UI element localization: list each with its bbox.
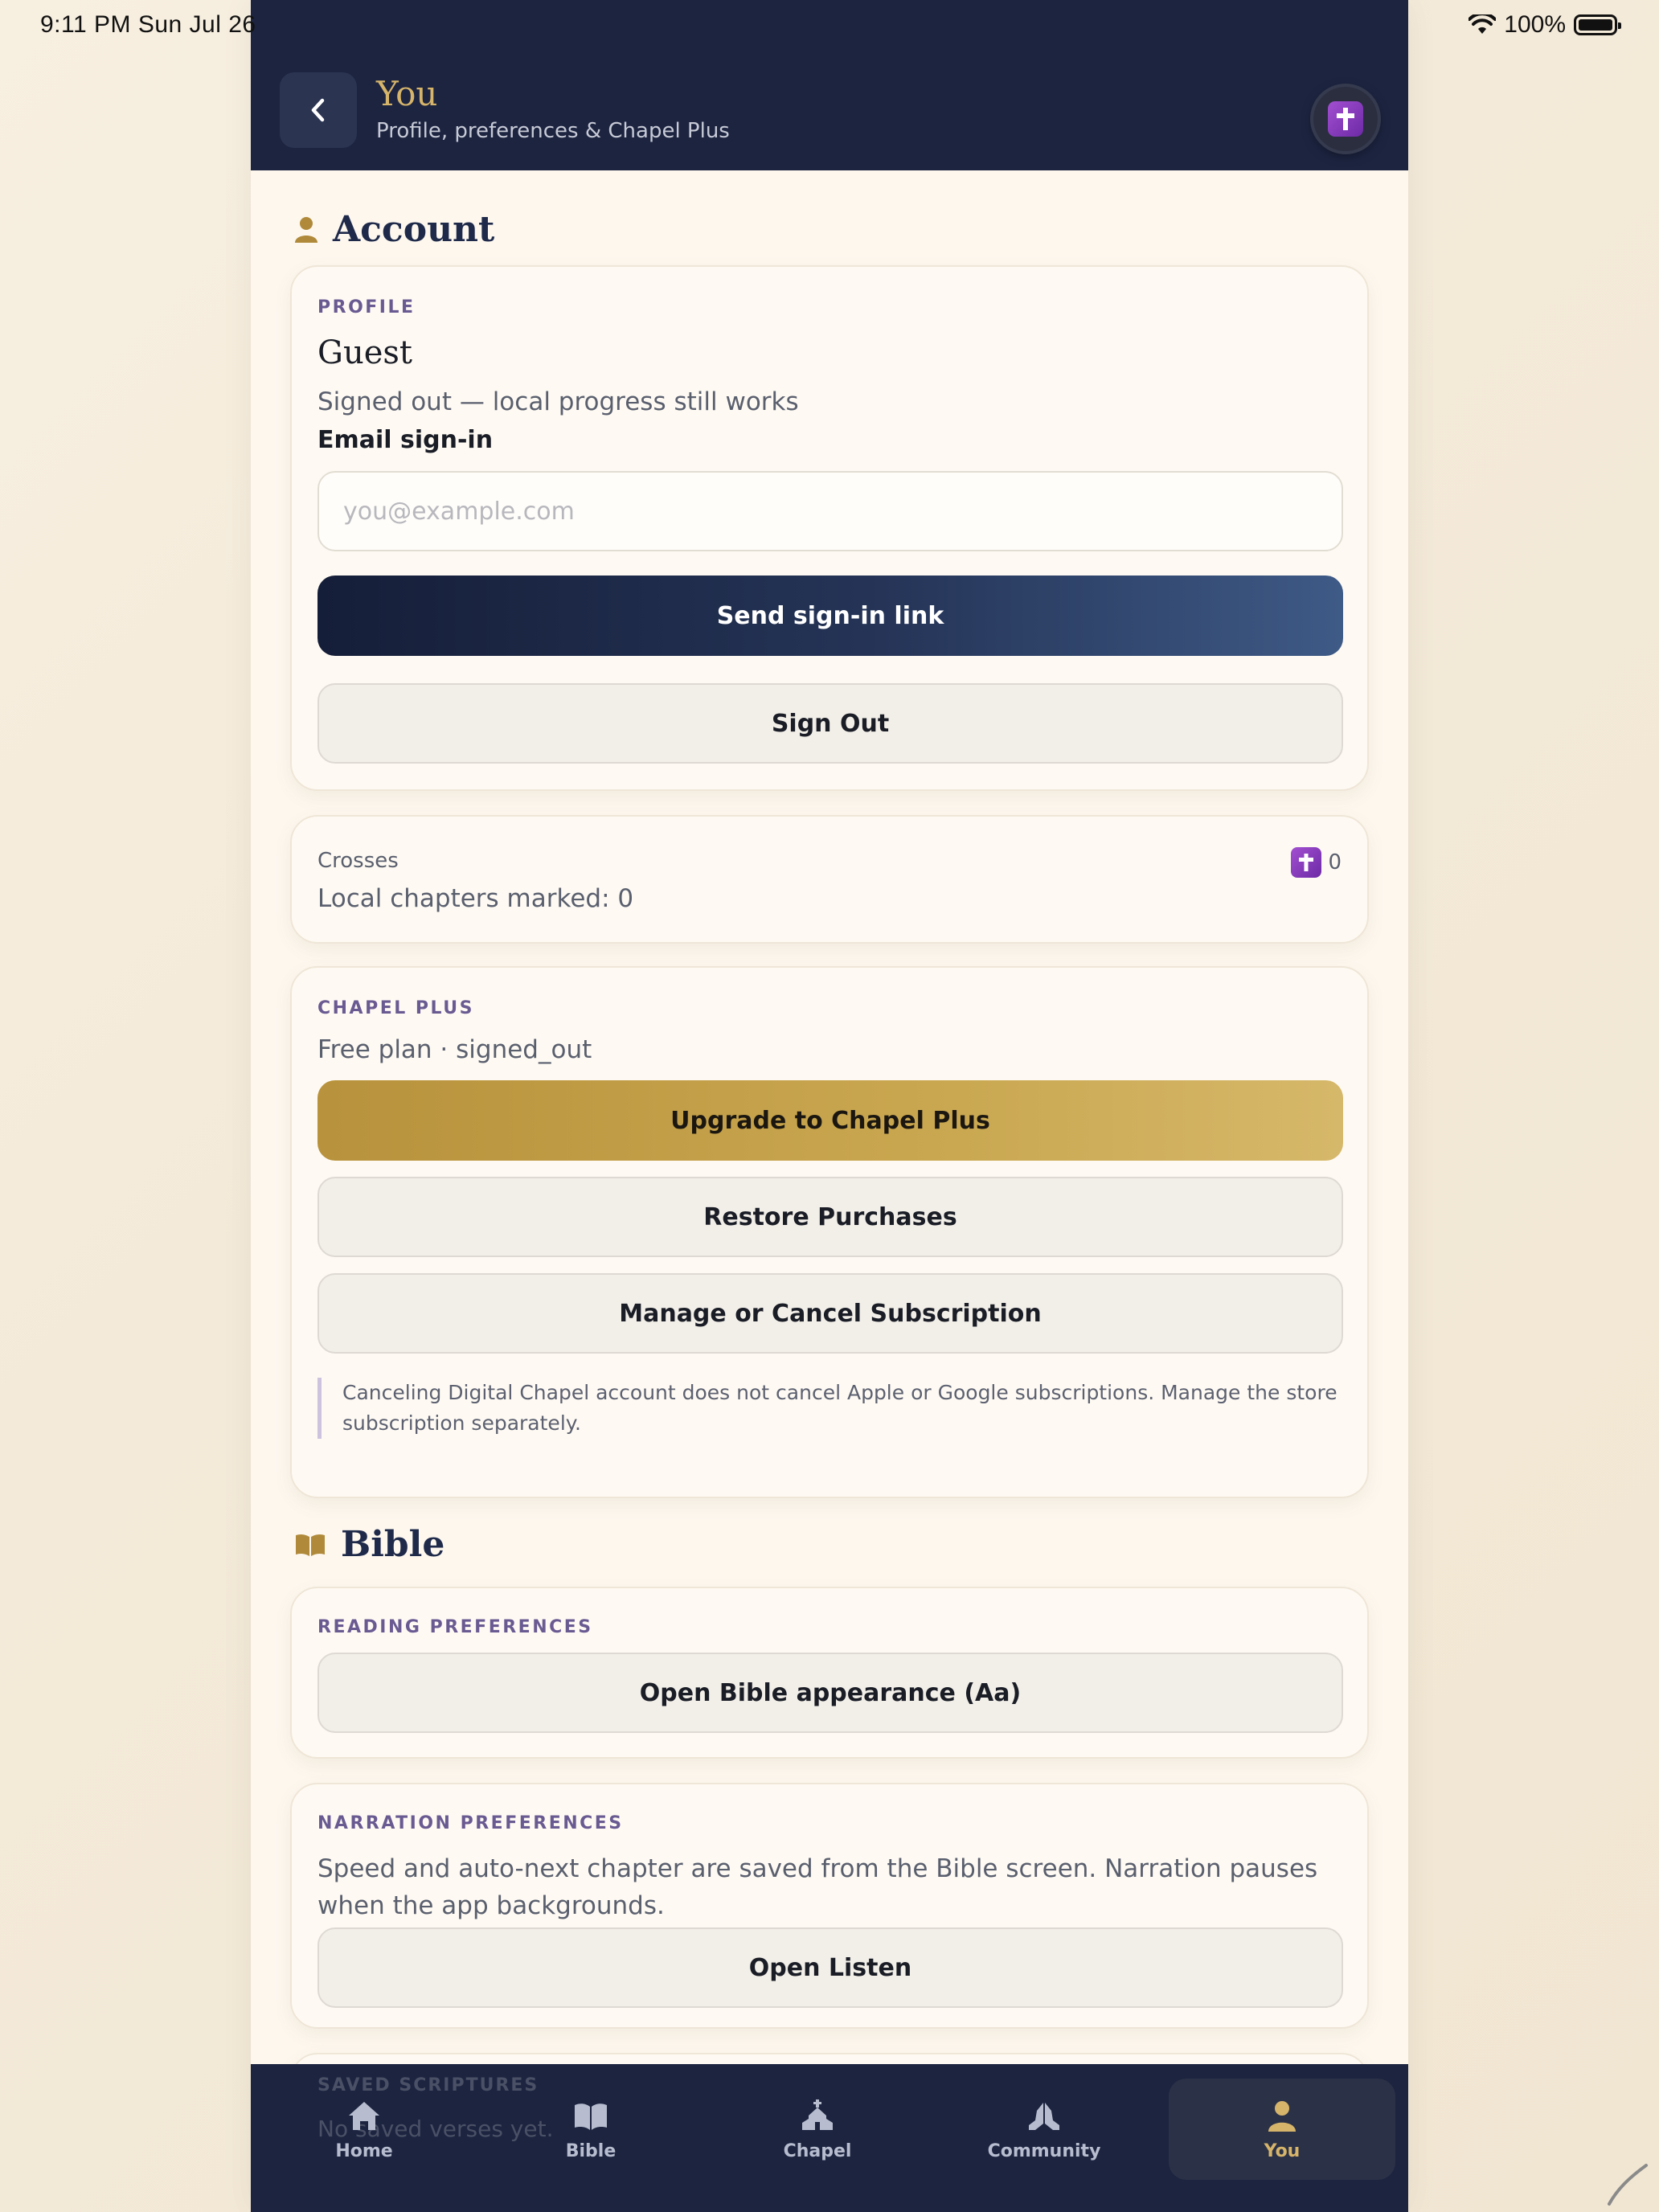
book-icon — [575, 2103, 607, 2130]
narration-kicker: NARRATION PREFERENCES — [317, 1813, 624, 1833]
tab-home[interactable]: Home — [251, 2079, 477, 2180]
section-title: Account — [333, 209, 495, 250]
narration-preferences-card: NARRATION PREFERENCES Speed and auto-nex… — [290, 1783, 1369, 2029]
crosses-card: Crosses Local chapters marked: 0 0 — [290, 815, 1369, 944]
status-bar: 9:11 PM Sun Jul 26 100% — [0, 0, 1659, 51]
chapel-plus-kicker: CHAPEL PLUS — [317, 998, 474, 1018]
status-indicators: 100% — [1469, 11, 1621, 39]
battery-icon — [1574, 14, 1621, 35]
profile-name: Guest — [317, 334, 412, 371]
home-icon — [349, 2101, 379, 2130]
restore-purchases-button[interactable]: Restore Purchases — [317, 1177, 1343, 1257]
pencil-indicator-icon — [1608, 2164, 1648, 2206]
tab-label: Home — [335, 2140, 393, 2161]
email-label: Email sign-in — [317, 426, 494, 454]
page-title: You — [376, 74, 438, 113]
section-account: Account — [294, 209, 494, 250]
plan-status: Free plan · signed_out — [317, 1035, 592, 1064]
crosses-count: 0 — [1291, 847, 1342, 878]
reading-preferences-card: READING PREFERENCES Open Bible appearanc… — [290, 1587, 1369, 1759]
tab-you[interactable]: You — [1169, 2079, 1395, 2180]
chapel-icon — [802, 2099, 833, 2130]
book-icon — [296, 1534, 325, 1556]
chevron-left-icon — [311, 98, 325, 122]
person-icon — [295, 216, 317, 243]
cross-icon — [1291, 847, 1322, 878]
subscription-note: Canceling Digital Chapel account does no… — [317, 1378, 1343, 1439]
upgrade-button[interactable]: Upgrade to Chapel Plus — [317, 1080, 1343, 1161]
tab-label: You — [1264, 2140, 1301, 2161]
profile-status: Signed out — local progress still works — [317, 387, 799, 416]
section-bible: Bible — [294, 1524, 444, 1565]
profile-kicker: PROFILE — [317, 297, 416, 317]
email-field[interactable] — [317, 471, 1343, 551]
back-button[interactable] — [280, 72, 357, 148]
main-content: Account PROFILE Guest Signed out — local… — [251, 170, 1408, 2212]
bible-appearance-button[interactable]: Open Bible appearance (Aa) — [317, 1653, 1343, 1733]
manage-subscription-button[interactable]: Manage or Cancel Subscription — [317, 1273, 1343, 1354]
status-time: 9:11 PM Sun Jul 26 — [40, 11, 256, 38]
crosses-count-value: 0 — [1328, 850, 1342, 875]
crosses-badge-button[interactable] — [1313, 87, 1378, 151]
profile-card: PROFILE Guest Signed out — local progres… — [290, 265, 1369, 791]
tab-community[interactable]: Community — [931, 2079, 1157, 2180]
praying-hands-icon — [1029, 2102, 1059, 2130]
person-icon — [1268, 2100, 1296, 2132]
cross-icon — [1328, 101, 1363, 137]
tab-label: Chapel — [783, 2140, 852, 2161]
open-listen-button[interactable]: Open Listen — [317, 1927, 1343, 2008]
tab-bar: SAVED SCRIPTURES No saved verses yet. Ho… — [251, 2064, 1408, 2212]
tab-label: Bible — [565, 2140, 616, 2161]
page-subtitle: Profile, preferences & Chapel Plus — [376, 119, 730, 143]
section-title: Bible — [341, 1524, 445, 1565]
narration-text: Speed and auto-next chapter are saved fr… — [317, 1854, 1318, 1920]
tab-chapel[interactable]: Chapel — [704, 2079, 931, 2180]
reading-kicker: READING PREFERENCES — [317, 1617, 593, 1637]
chapters-marked: Local chapters marked: 0 — [317, 884, 634, 913]
app-window: You Profile, preferences & Chapel Plus A… — [251, 0, 1408, 2212]
battery-percent: 100% — [1504, 11, 1566, 38]
tab-bible[interactable]: Bible — [477, 2079, 704, 2180]
wifi-icon — [1469, 14, 1497, 34]
sign-out-button[interactable]: Sign Out — [317, 683, 1343, 764]
tab-label: Community — [987, 2140, 1101, 2161]
send-sign-in-link-button[interactable]: Send sign-in link — [317, 576, 1343, 656]
chapel-plus-card: CHAPEL PLUS Free plan · signed_out Upgra… — [290, 966, 1369, 1498]
crosses-label: Crosses — [317, 849, 399, 873]
